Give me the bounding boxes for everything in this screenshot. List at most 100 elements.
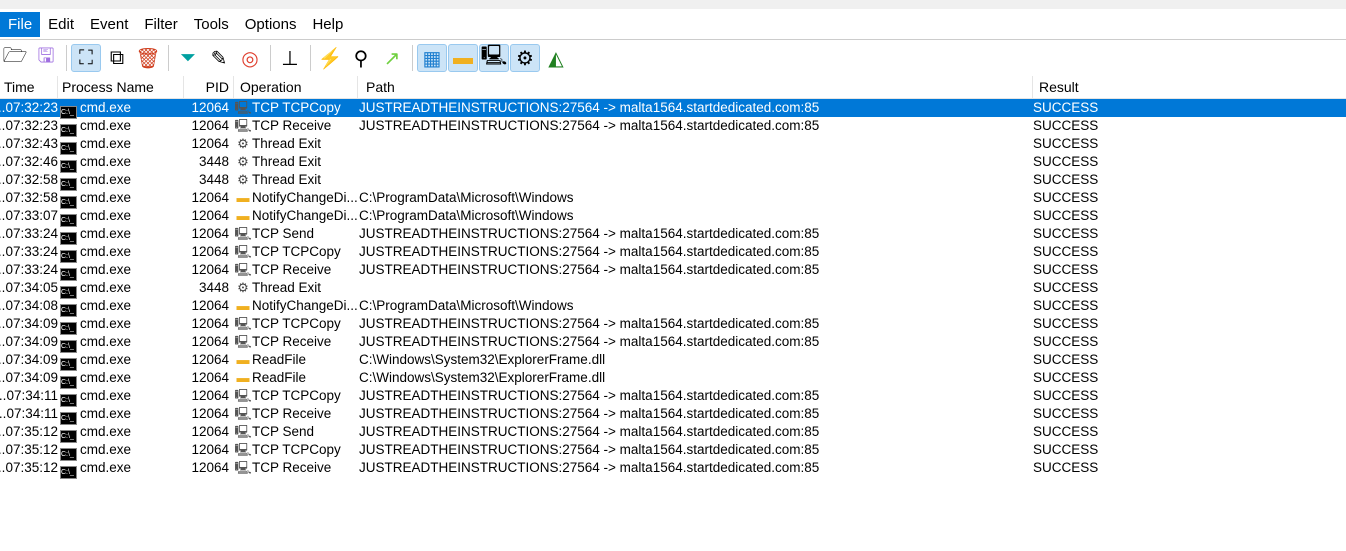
- menu-event[interactable]: Event: [82, 12, 136, 37]
- result-cell: SUCCESS: [1033, 100, 1099, 115]
- operation-name: TCP Receive: [252, 118, 332, 133]
- table-row[interactable]: 07:33:24...C:\_cmd.exe12064🖳TCP SendJUST…: [0, 225, 1346, 245]
- table-row[interactable]: 07:33:24...C:\_cmd.exe12064🖳TCP TCPCopyJ…: [0, 243, 1346, 263]
- process-name: cmd.exe: [80, 262, 132, 277]
- process-name: cmd.exe: [80, 226, 132, 241]
- column-path[interactable]: Path: [358, 76, 1033, 98]
- capture-button[interactable]: ⛶: [71, 44, 101, 72]
- result-cell: SUCCESS: [1033, 172, 1099, 187]
- path-cell: JUSTREADTHEINSTRUCTIONS:27564 -> malta15…: [359, 442, 820, 457]
- process-tree-icon: ⊥: [281, 47, 299, 70]
- event-properties-button[interactable]: ⚡: [315, 44, 345, 72]
- find-icon: ⚲: [353, 47, 369, 70]
- find-button[interactable]: ⚲: [346, 44, 376, 72]
- table-row[interactable]: 07:32:58...C:\_cmd.exe 3448 ⚙Thread Exit SU…: [0, 171, 1346, 191]
- table-row[interactable]: 07:34:09...C:\_cmd.exe12064▬ReadFileC:\W…: [0, 351, 1346, 371]
- table-row[interactable]: 07:32:46...C:\_cmd.exe 3448 ⚙Thread Exit SU…: [0, 153, 1346, 173]
- operation-cell: 🖳TCP TCPCopy: [234, 99, 358, 117]
- network-icon: 🖳: [234, 100, 252, 115]
- profiling-events-button[interactable]: ◭: [541, 44, 571, 72]
- operation-cell: 🖳TCP Receive: [234, 117, 358, 135]
- table-row[interactable]: 07:34:09...C:\_cmd.exe12064🖳TCP ReceiveJ…: [0, 333, 1346, 353]
- table-row[interactable]: 07:34:11...C:\_cmd.exe12064🖳TCP TCPCopyJ…: [0, 387, 1346, 407]
- table-row[interactable]: 07:32:43...C:\_cmd.exe 12064 ⚙Thread Exit S…: [0, 135, 1346, 155]
- filter-button[interactable]: ⏷: [173, 44, 203, 72]
- autoscroll-icon: ⧉: [109, 46, 125, 69]
- result-cell: SUCCESS: [1033, 460, 1099, 475]
- result-cell: SUCCESS: [1033, 244, 1099, 259]
- table-row[interactable]: 07:34:08...C:\_cmd.exe 12064 ▬NotifyChange…: [0, 297, 1346, 317]
- menu-help[interactable]: Help: [304, 12, 351, 37]
- table-row[interactable]: 07:33:24...C:\_cmd.exe12064🖳TCP ReceiveJ…: [0, 261, 1346, 281]
- clear-trash-button[interactable]: 🗑: [133, 44, 163, 72]
- operation-name: TCP TCPCopy: [252, 316, 341, 331]
- target-button[interactable]: ◎: [235, 44, 265, 72]
- filesystem-icon: ▬: [236, 208, 250, 223]
- menu-options[interactable]: Options: [237, 12, 305, 37]
- profiling-events-icon: ◭: [548, 47, 564, 70]
- process-cell: C:\_ cmd.exe: [60, 405, 184, 425]
- table-row[interactable]: 07:35:12...C:\_cmd.exe12064🖳TCP SendJUST…: [0, 423, 1346, 443]
- table-row[interactable]: 07:34:05...C:\_cmd.exe 3448 ⚙Thread Exit SU…: [0, 279, 1346, 299]
- result-cell: SUCCESS: [1033, 370, 1099, 385]
- toolbar-separator: [412, 45, 413, 71]
- save-button[interactable]: 🖫: [31, 44, 61, 72]
- process-cell: C:\_ cmd.exe: [60, 171, 184, 191]
- process-cell: C:\_ cmd.exe: [60, 117, 184, 137]
- time-cell: 07:32:58...: [0, 172, 58, 187]
- thread-icon: ⚙: [237, 154, 249, 169]
- process-cell: C:\_ cmd.exe: [60, 135, 184, 155]
- path-cell: C:\ProgramData\Microsoft\Windows: [359, 298, 574, 313]
- open-folder-button[interactable]: 🗁: [0, 44, 30, 72]
- registry-activity-button[interactable]: ▦: [417, 44, 447, 72]
- network-icon: 🖳: [234, 262, 252, 277]
- filesystem-icon: ▬: [236, 352, 250, 367]
- process-name: cmd.exe: [80, 316, 132, 331]
- column-operation[interactable]: Operation: [234, 76, 358, 98]
- process-cell: C:\_ cmd.exe: [60, 243, 184, 263]
- table-row[interactable]: 07:32:58...C:\_cmd.exe 12064 ▬NotifyChange…: [0, 189, 1346, 209]
- operation-name: TCP Receive: [252, 334, 332, 349]
- path-cell: C:\Windows\System32\ExplorerFrame.dll: [359, 370, 606, 385]
- operation-cell: ⚙ Thread Exit: [234, 171, 358, 189]
- column-result[interactable]: Result: [1033, 76, 1346, 98]
- autoscroll-button[interactable]: ⧉: [102, 44, 132, 72]
- table-row[interactable]: 07:32:23...C:\_cmd.exe12064🖳TCP ReceiveJ…: [0, 117, 1346, 137]
- table-row[interactable]: 07:35:12...C:\_cmd.exe12064🖳TCP TCPCopyJ…: [0, 441, 1346, 461]
- registry-activity-icon: ▦: [422, 47, 442, 70]
- highlight-edit-button[interactable]: ✎: [204, 44, 234, 72]
- table-row[interactable]: 07:32:23...C:\_cmd.exe12064🖳TCP TCPCopyJ…: [0, 99, 1346, 119]
- menu-edit[interactable]: Edit: [40, 12, 82, 37]
- operation-cell: 🖳TCP Receive: [234, 333, 358, 351]
- pid-cell: 12064: [191, 460, 229, 475]
- table-row[interactable]: 07:35:12...C:\_cmd.exe12064🖳TCP ReceiveJ…: [0, 459, 1346, 479]
- menu-filter[interactable]: Filter: [136, 12, 185, 37]
- highlight-edit-icon: ✎: [210, 47, 228, 70]
- toolbar: 🗁 🖫 ⛶ ⧉ 🗑 ⏷ ✎ ◎ ⊥ ⚡ ⚲ ↗ ▦ ▬ 🖳 ⚙ ◭: [0, 42, 572, 74]
- column-process-name[interactable]: Process Name: [58, 76, 184, 98]
- operation-cell: 🖳TCP TCPCopy: [234, 441, 358, 459]
- process-tree-button[interactable]: ⊥: [275, 44, 305, 72]
- time-cell: 07:34:09...: [0, 370, 58, 385]
- menu-file[interactable]: File: [0, 12, 41, 37]
- table-row[interactable]: 07:34:09...C:\_cmd.exe12064🖳TCP TCPCopyJ…: [0, 315, 1346, 335]
- table-row[interactable]: 07:34:09...C:\_cmd.exe12064▬ReadFileC:\W…: [0, 369, 1346, 389]
- process-thread-activity-button[interactable]: ⚙: [510, 44, 540, 72]
- network-activity-button[interactable]: 🖳: [479, 44, 509, 72]
- column-time[interactable]: Time o...: [0, 76, 58, 117]
- time-cell: 07:34:09...: [0, 334, 58, 349]
- table-row[interactable]: 07:34:11...C:\_cmd.exe12064🖳TCP ReceiveJ…: [0, 405, 1346, 425]
- time-cell: 07:34:09...: [0, 316, 58, 331]
- jump-to-button[interactable]: ↗: [377, 44, 407, 72]
- pid-cell: 12064: [191, 424, 229, 439]
- filesystem-activity-button[interactable]: ▬: [448, 44, 478, 72]
- operation-cell: ⚙ Thread Exit: [234, 153, 358, 171]
- menu-tools[interactable]: Tools: [186, 12, 237, 37]
- process-cell: C:\_ cmd.exe: [60, 369, 184, 389]
- operation-name: TCP Receive: [252, 406, 332, 421]
- table-row[interactable]: 07:33:07...C:\_cmd.exe 12064 ▬NotifyChange…: [0, 207, 1346, 227]
- pid-cell: 12064: [191, 352, 229, 367]
- toolbar-separator: [66, 45, 67, 71]
- column-pid[interactable]: PID: [184, 76, 234, 98]
- event-properties-icon: ⚡: [317, 47, 343, 70]
